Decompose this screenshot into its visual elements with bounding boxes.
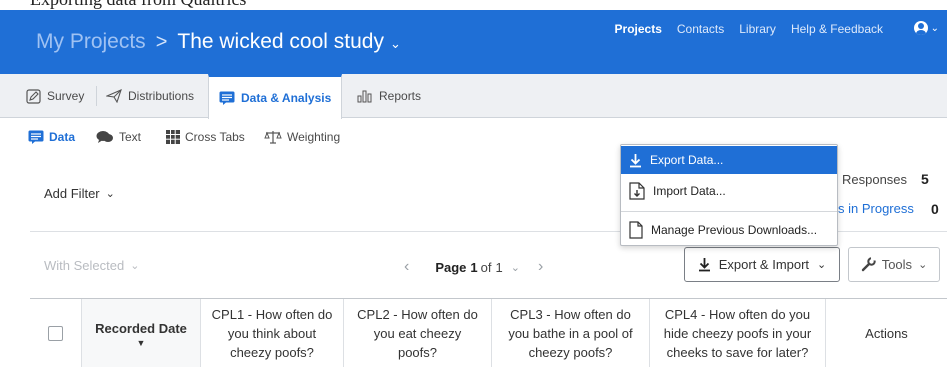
chevron-down-icon: ⌄ — [918, 259, 928, 271]
chevron-down-icon[interactable]: ⌄ — [511, 261, 520, 274]
col-cpl2-label: CPL2 - How often do you eat cheezy poofs… — [357, 307, 478, 360]
top-nav: Projects Contacts Library Help & Feedbac… — [615, 22, 883, 36]
file-import-icon — [629, 182, 645, 200]
subtab-data-label: Data — [49, 130, 76, 144]
subtab-text[interactable]: Text — [96, 130, 141, 144]
menu-import-data-label: Import Data... — [653, 184, 726, 198]
menu-divider — [621, 211, 837, 212]
subtab-text-label: Text — [119, 130, 142, 144]
tab-divider — [96, 86, 97, 106]
subtab-weighting[interactable]: Weighting — [264, 130, 340, 144]
page-label: Page — [435, 259, 467, 275]
add-filter-label: Add Filter — [44, 186, 100, 201]
responses-table: Recorded Date ▼ CPL1 - How often do you … — [30, 298, 947, 367]
tab-data-analysis[interactable]: Data & Analysis — [208, 74, 343, 119]
tab-reports-label: Reports — [379, 89, 422, 103]
breadcrumb-separator: > — [155, 30, 168, 53]
menu-manage-downloads-label: Manage Previous Downloads... — [651, 223, 818, 237]
sort-desc-icon: ▼ — [136, 338, 146, 348]
col-recorded-date-label: Recorded Date — [95, 321, 187, 336]
breadcrumb-my-projects[interactable]: My Projects — [36, 30, 146, 54]
col-cpl2[interactable]: CPL2 - How often do you eat cheezy poofs… — [344, 299, 492, 367]
add-filter-button[interactable]: Add Filter ⌄ — [44, 186, 115, 201]
in-progress-count: 0 — [931, 201, 939, 217]
menu-export-data[interactable]: Export Data... — [621, 146, 837, 174]
caption-strip: Exporting data from Qualtrics — [0, 0, 947, 10]
main-tabs: Survey Distributions Data & Analysis Rep… — [0, 74, 947, 119]
chevron-down-icon: ⌄ — [105, 188, 115, 200]
user-menu[interactable]: ⌄ — [913, 21, 939, 35]
tab-survey[interactable]: Survey — [26, 74, 84, 118]
chevron-down-icon: ⌄ — [130, 260, 140, 272]
bar-chart-icon — [357, 89, 373, 103]
page-of: of — [480, 259, 492, 275]
page-current[interactable]: 1 — [470, 260, 477, 275]
chevron-down-icon: ⌄ — [817, 259, 827, 271]
pagination: ‹ Page 1 of 1 ⌄ › — [404, 258, 543, 276]
wrench-icon — [861, 257, 876, 272]
next-page-icon[interactable]: › — [538, 258, 543, 276]
scale-icon — [264, 130, 282, 144]
file-icon — [629, 221, 643, 239]
nav-library[interactable]: Library — [739, 22, 776, 36]
chevron-down-icon[interactable]: ⌄ — [390, 36, 401, 52]
app-header: My Projects > The wicked cool study ⌄ Pr… — [0, 10, 947, 74]
tab-distributions-label: Distributions — [128, 89, 195, 103]
nav-projects[interactable]: Projects — [615, 22, 662, 36]
select-all-checkbox[interactable] — [48, 326, 63, 341]
nav-help-feedback[interactable]: Help & Feedback — [791, 22, 883, 36]
menu-manage-downloads[interactable]: Manage Previous Downloads... — [621, 215, 837, 245]
responses-count: 5 — [921, 171, 929, 187]
paper-plane-icon — [106, 89, 122, 103]
col-actions-label: Actions — [865, 326, 908, 341]
prev-page-icon[interactable]: ‹ — [404, 258, 409, 276]
tools-button[interactable]: Tools ⌄ — [848, 247, 940, 282]
chevron-down-icon: ⌄ — [930, 22, 939, 34]
subtab-cross-tabs-label: Cross Tabs — [185, 130, 245, 144]
in-progress-link[interactable]: s in Progress — [838, 201, 914, 216]
tab-reports[interactable]: Reports — [357, 74, 421, 118]
tab-distributions[interactable]: Distributions — [106, 74, 194, 118]
nav-contacts[interactable]: Contacts — [677, 22, 724, 36]
col-cpl3[interactable]: CPL3 - How often do you bathe in a pool … — [492, 299, 650, 367]
col-recorded-date[interactable]: Recorded Date ▼ — [82, 299, 201, 367]
tab-survey-label: Survey — [47, 89, 85, 103]
export-import-button[interactable]: Export & Import ⌄ — [684, 247, 840, 282]
with-selected-dropdown[interactable]: With Selected ⌄ — [44, 258, 139, 273]
chat-bubbles-icon — [96, 130, 114, 144]
export-import-menu: Export Data... Import Data... Manage Pre… — [620, 144, 838, 246]
col-actions: Actions — [826, 299, 947, 367]
download-icon — [698, 257, 711, 272]
project-title[interactable]: The wicked cool study — [177, 30, 384, 54]
menu-import-data[interactable]: Import Data... — [621, 175, 837, 207]
user-avatar-icon — [913, 21, 928, 35]
tools-label: Tools — [881, 257, 913, 272]
grid-table-icon — [166, 130, 180, 144]
menu-export-data-label: Export Data... — [650, 153, 724, 167]
subtab-cross-tabs[interactable]: Cross Tabs — [166, 130, 245, 144]
with-selected-label: With Selected — [44, 258, 125, 273]
col-cpl4[interactable]: CPL4 - How often do you hide cheezy poof… — [650, 299, 826, 367]
col-cpl1[interactable]: CPL1 - How often do you think about chee… — [201, 299, 344, 367]
subtab-data[interactable]: Data — [28, 130, 75, 144]
col-cpl1-label: CPL1 - How often do you think about chee… — [211, 307, 333, 360]
col-cpl4-label: CPL4 - How often do you hide cheezy poof… — [663, 307, 812, 360]
select-all-cell — [30, 299, 82, 367]
col-cpl3-label: CPL3 - How often do you bathe in a pool … — [508, 307, 633, 360]
responses-label: Responses — [842, 172, 908, 187]
export-import-label: Export & Import — [718, 257, 810, 272]
chat-list-icon — [28, 130, 44, 144]
pencil-square-icon — [26, 88, 41, 104]
download-icon — [629, 153, 642, 168]
page-total: 1 — [495, 259, 503, 275]
chat-list-icon — [219, 91, 235, 105]
breadcrumb: My Projects > The wicked cool study ⌄ — [36, 30, 401, 54]
subtab-weighting-label: Weighting — [287, 130, 341, 144]
tab-data-analysis-label: Data & Analysis — [241, 91, 332, 105]
